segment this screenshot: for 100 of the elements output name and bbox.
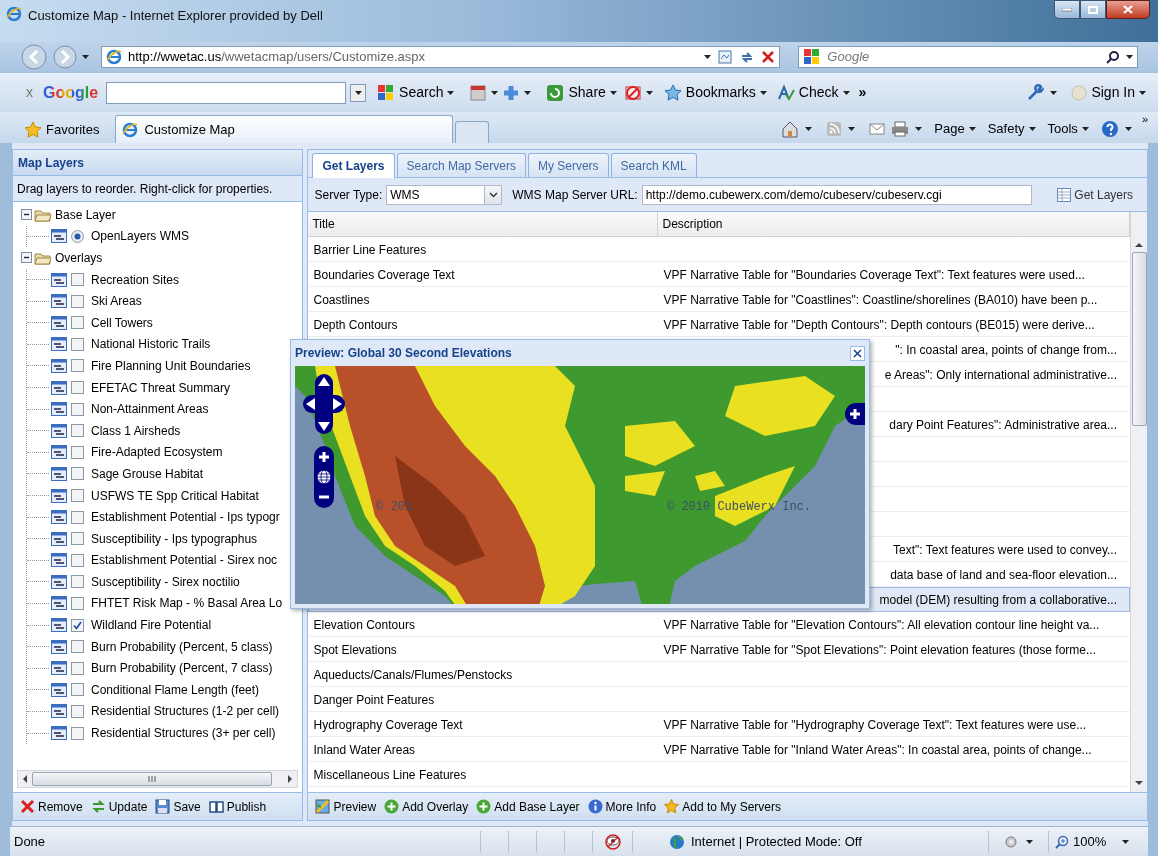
layer-properties-icon[interactable] [51,272,67,287]
layer-properties-icon[interactable] [51,402,67,417]
privacy-eye-icon[interactable] [604,833,621,850]
layer-label[interactable]: Class 1 Airsheds [91,421,181,440]
horizontal-scrollbar[interactable] [17,770,299,788]
caret-icon[interactable] [915,127,923,131]
layer-label[interactable]: OpenLayers WMS [91,227,190,246]
caret-icon[interactable] [842,90,850,95]
tab[interactable]: My Servers [527,153,609,177]
server-url-field[interactable]: http://demo.cubewerx.com/demo/cubeserv/cubeserv.cgi [641,184,1032,205]
more-toolbar-button[interactable]: » [858,82,867,103]
column-header[interactable]: Title [308,212,659,236]
caret-icon[interactable] [805,127,813,131]
caret-icon[interactable] [447,90,455,95]
layer-label[interactable]: Sage Grouse Habitat [91,464,204,483]
vertical-scrollbar[interactable] [1130,212,1147,792]
checkbox[interactable] [71,467,84,481]
search-history-dropdown[interactable] [350,83,367,102]
star-button[interactable]: Add to My Servers [663,797,782,816]
layer-properties-icon[interactable] [51,445,67,460]
checkbox[interactable] [71,532,84,546]
search-field[interactable]: Google [798,46,1138,68]
layer-properties-icon[interactable] [51,661,67,676]
preview-button[interactable]: Preview [314,797,378,816]
tab[interactable]: Search Map Servers [396,153,526,177]
caret-icon[interactable] [645,90,653,95]
checkbox[interactable] [71,510,84,524]
checkbox[interactable] [71,704,84,718]
search-icon[interactable] [1106,50,1120,64]
close-toolbar-button[interactable]: x [26,82,33,103]
checkbox[interactable] [71,273,84,287]
security-zone[interactable]: Internet | Protected Mode: Off [632,830,952,853]
page-view-icon[interactable] [469,84,488,101]
caret-icon[interactable] [1124,127,1132,131]
tab[interactable]: Search KML [610,153,697,177]
globe-icon[interactable] [316,469,332,485]
browser-tab[interactable]: Customize Map [115,115,454,143]
layer-properties-icon[interactable] [51,358,67,373]
wrench-icon[interactable] [1026,83,1045,102]
radio-button[interactable] [71,229,84,243]
checkbox[interactable] [71,359,84,373]
checkbox[interactable] [71,726,84,740]
layer-label[interactable]: Fire-Adapted Ecosystem [91,443,223,462]
command-menu-button[interactable]: Tools [1047,119,1089,139]
caret-icon[interactable] [524,90,532,95]
minimize-button[interactable] [1054,0,1080,19]
checkbox[interactable] [71,597,84,610]
collapse-icon[interactable] [21,209,32,221]
layer-properties-icon[interactable] [51,726,67,741]
layer-properties-icon[interactable] [51,337,67,352]
tab[interactable]: Get Layers [312,153,395,178]
blocked-popup-icon[interactable] [623,83,642,102]
checkbox[interactable] [71,575,84,589]
layer-label[interactable]: Non-Attainment Areas [91,400,209,419]
caret-icon[interactable] [968,127,976,131]
layer-properties-icon[interactable] [51,682,67,697]
zoom-bar[interactable] [314,446,334,508]
checkbox[interactable] [71,337,84,351]
layer-properties-icon[interactable] [51,229,67,244]
layer-label[interactable]: Establishment Potential - Sirex noc [91,551,278,570]
back-button-icon[interactable] [20,43,48,71]
checkbox[interactable] [71,553,84,567]
checkbox[interactable] [71,489,84,502]
layer-properties-icon[interactable] [51,553,67,568]
layer-label[interactable]: Burn Probability (Percent, 7 class) [91,659,273,678]
checkbox[interactable] [71,294,84,308]
zoom-in-icon[interactable] [318,451,330,463]
layer-label[interactable]: National Historic Trails [91,335,211,354]
layer-properties-icon[interactable] [51,531,67,546]
command-menu-button[interactable]: Safety [987,119,1036,139]
layer-label[interactable]: Susceptibility - Sirex noctilio [91,572,240,591]
layer-properties-icon[interactable] [51,510,67,525]
tree-folder-label[interactable]: Overlays [55,249,103,267]
toolbar-share-button[interactable]: Share [543,82,620,103]
layer-properties-icon[interactable] [51,315,67,330]
caret-icon[interactable] [1122,839,1130,844]
collapse-icon[interactable] [21,252,32,264]
layer-label[interactable]: Cell Towers [91,313,153,332]
layer-properties-icon[interactable] [51,380,67,395]
caret-icon[interactable] [354,90,362,95]
close-button[interactable] [1106,0,1150,19]
address-field[interactable]: http://wwetac.us/wwetacmap/users/Customize.aspx [101,46,781,68]
caret-icon[interactable] [609,90,617,95]
caret-icon[interactable] [1081,127,1089,131]
update-button[interactable]: Update [89,797,149,816]
mail-icon[interactable] [869,122,886,136]
layer-label[interactable]: USFWS TE Spp Critical Habitat [91,486,259,505]
tree-folder-label[interactable]: Base Layer [55,205,116,224]
toolbar-bookmarks-button[interactable]: Bookmarks [660,82,770,103]
checkbox[interactable] [71,381,84,395]
layer-label[interactable]: Conditional Flame Length (feet) [91,680,260,699]
layer-label[interactable]: EFETAC Threat Summary [91,378,230,397]
info-button[interactable]: More Info [586,797,658,816]
caret-icon[interactable] [1028,127,1036,131]
more-commands-button[interactable]: » [1141,111,1148,128]
toolbar-search-button[interactable]: Search [374,82,458,103]
layer-properties-icon[interactable] [51,294,67,309]
close-button[interactable] [850,345,865,361]
caret-icon[interactable] [704,55,712,59]
layer-properties-icon[interactable] [51,704,67,719]
